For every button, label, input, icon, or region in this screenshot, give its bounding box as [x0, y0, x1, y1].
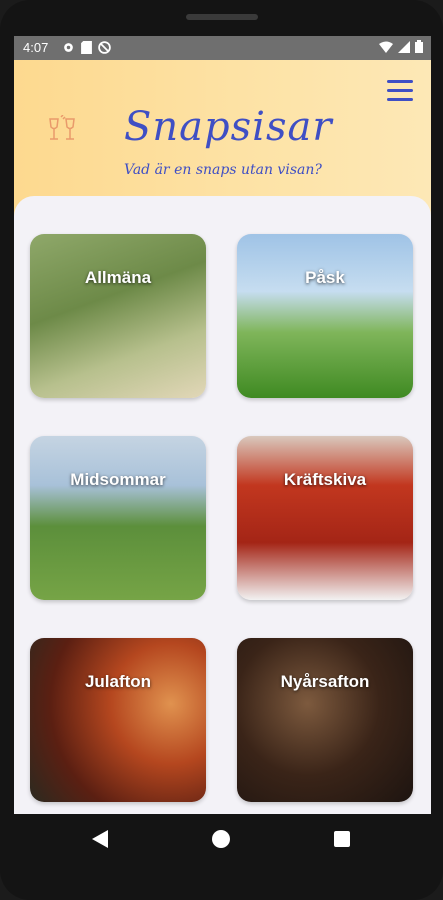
- wifi-icon: [379, 41, 393, 53]
- battery-icon: [415, 40, 423, 53]
- back-triangle-icon[interactable]: [92, 830, 108, 848]
- category-card-pask[interactable]: Påsk: [237, 234, 413, 398]
- no-sync-icon: [98, 41, 111, 54]
- hamburger-menu-button[interactable]: [387, 80, 413, 102]
- category-card-allmana[interactable]: Allmäna: [30, 234, 206, 398]
- category-card-julafton[interactable]: Julafton: [30, 638, 206, 802]
- sd-card-icon: [81, 41, 92, 54]
- status-time: 4:07: [23, 40, 49, 55]
- category-card-kraftskiva[interactable]: Kräftskiva: [237, 436, 413, 600]
- app-title: Snapsisar: [124, 104, 333, 150]
- status-bar: 4:07: [14, 36, 431, 60]
- app-subtitle: Vad är en snaps utan visan?: [124, 162, 322, 178]
- category-label: Allmäna: [84, 268, 152, 287]
- screen: 4:07 Snapsisar Vad är en snaps utan visa…: [14, 36, 431, 814]
- category-label: Midsommar: [70, 470, 166, 489]
- home-circle-icon[interactable]: [212, 830, 230, 848]
- cheers-glasses-icon: [49, 115, 75, 140]
- speaker-grille: [186, 14, 258, 20]
- menu-line-icon: [387, 80, 413, 83]
- menu-line-icon: [387, 89, 413, 92]
- category-label: Kräftskiva: [283, 470, 367, 489]
- menu-line-icon: [387, 98, 413, 101]
- category-label: Nyårsafton: [280, 672, 370, 691]
- system-navigation-bar: [0, 814, 443, 866]
- category-card-nyarsafton[interactable]: Nyårsafton: [237, 638, 413, 802]
- status-icons-left: [62, 41, 111, 54]
- category-grid: Allmäna Påsk Midsommar Kräftskiva Julaft…: [14, 196, 431, 814]
- signal-icon: [398, 40, 410, 53]
- category-label: Påsk: [305, 268, 345, 287]
- phone-frame: 4:07 Snapsisar Vad är en snaps utan visa…: [0, 0, 443, 900]
- status-icons-right: [379, 40, 423, 53]
- category-card-midsommar[interactable]: Midsommar: [30, 436, 206, 600]
- recents-square-icon[interactable]: [334, 831, 350, 847]
- category-label: Julafton: [84, 672, 152, 691]
- settings-gear-icon: [64, 43, 73, 52]
